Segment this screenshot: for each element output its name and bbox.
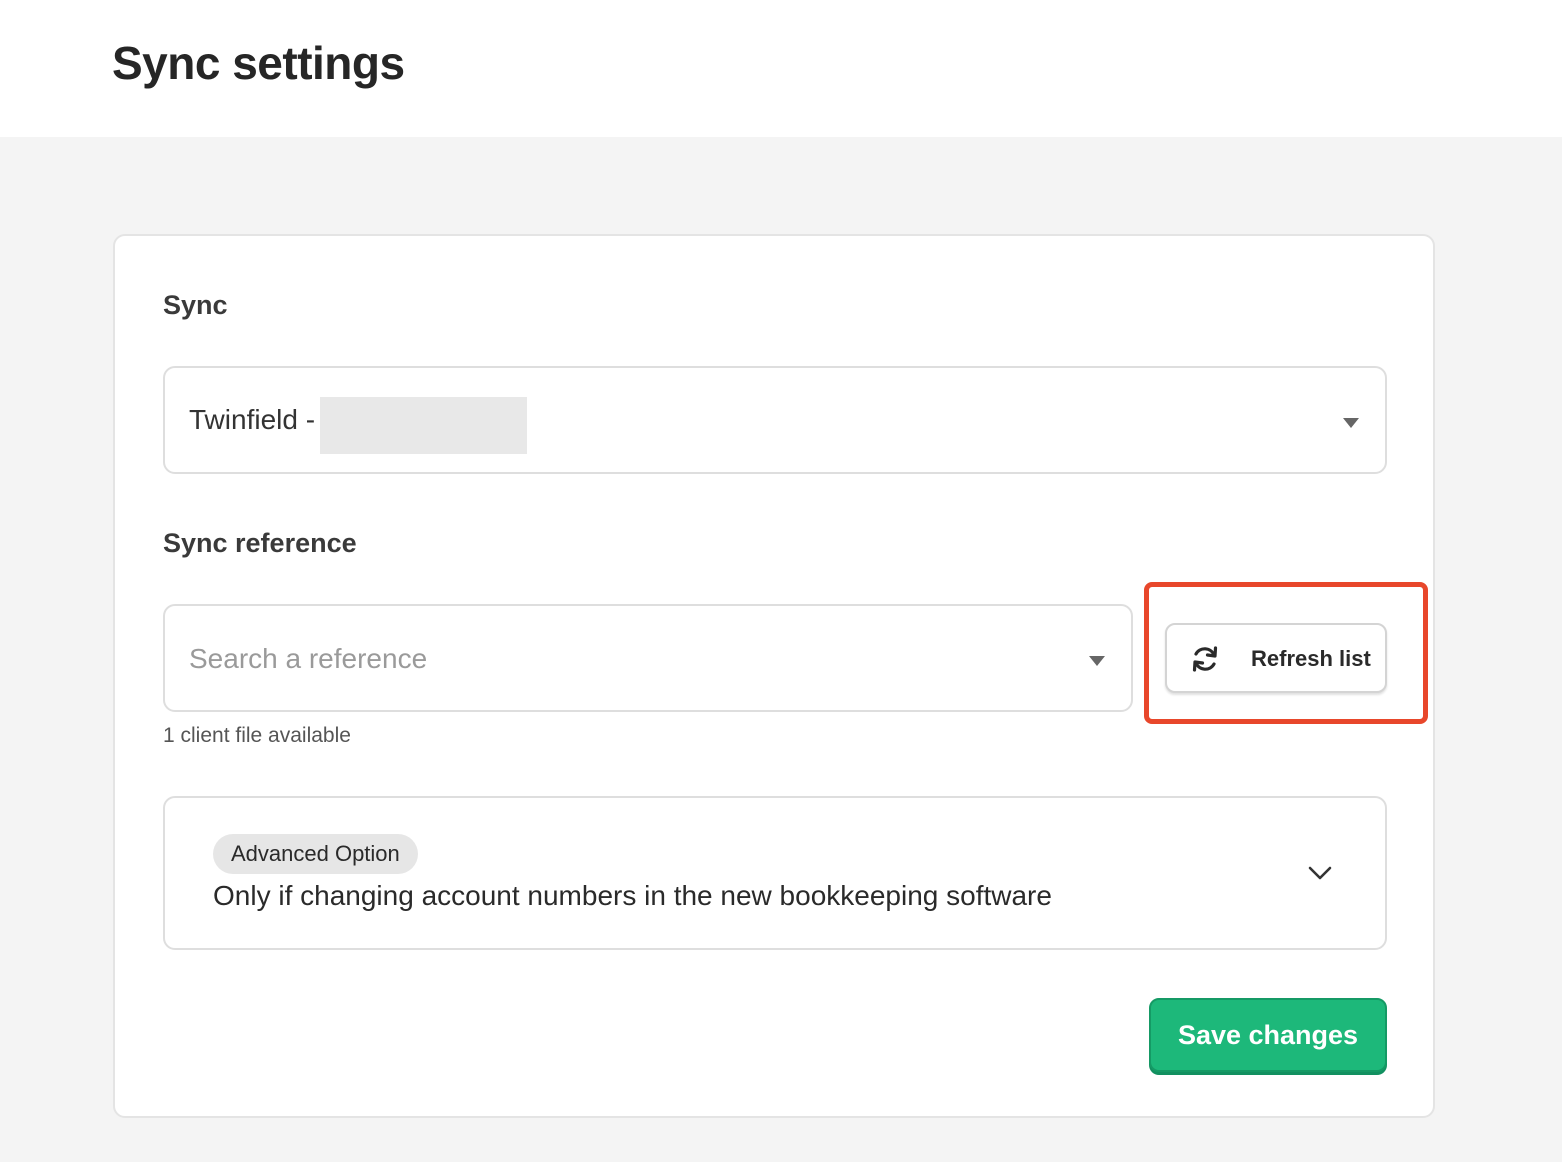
caret-down-icon	[1343, 418, 1359, 428]
reference-search-input[interactable]	[189, 636, 1049, 682]
page-title: Sync settings	[112, 37, 405, 89]
sync-reference-label: Sync reference	[163, 528, 357, 558]
redacted-block	[320, 397, 527, 454]
caret-down-icon	[1089, 656, 1105, 666]
save-changes-button[interactable]: Save changes	[1149, 998, 1387, 1072]
refresh-list-button[interactable]: Refresh list	[1165, 623, 1387, 693]
page-header: Sync settings	[0, 0, 1562, 137]
chevron-down-icon	[1308, 866, 1332, 880]
sync-selected-value: Twinfield -	[189, 404, 316, 435]
advanced-option-description: Only if changing account numbers in the …	[213, 880, 1052, 911]
advanced-option-panel[interactable]: Advanced Option Only if changing account…	[163, 796, 1387, 950]
refresh-list-label: Refresh list	[1251, 646, 1371, 671]
sync-reference-select[interactable]	[163, 604, 1133, 712]
advanced-option-badge: Advanced Option	[213, 834, 418, 874]
client-file-count: 1 client file available	[163, 724, 351, 747]
settings-card: Sync Twinfield - Sync reference 1 client…	[113, 234, 1435, 1118]
sync-label: Sync	[163, 290, 228, 320]
sync-connection-select[interactable]: Twinfield -	[163, 366, 1387, 474]
refresh-icon	[1192, 646, 1218, 672]
